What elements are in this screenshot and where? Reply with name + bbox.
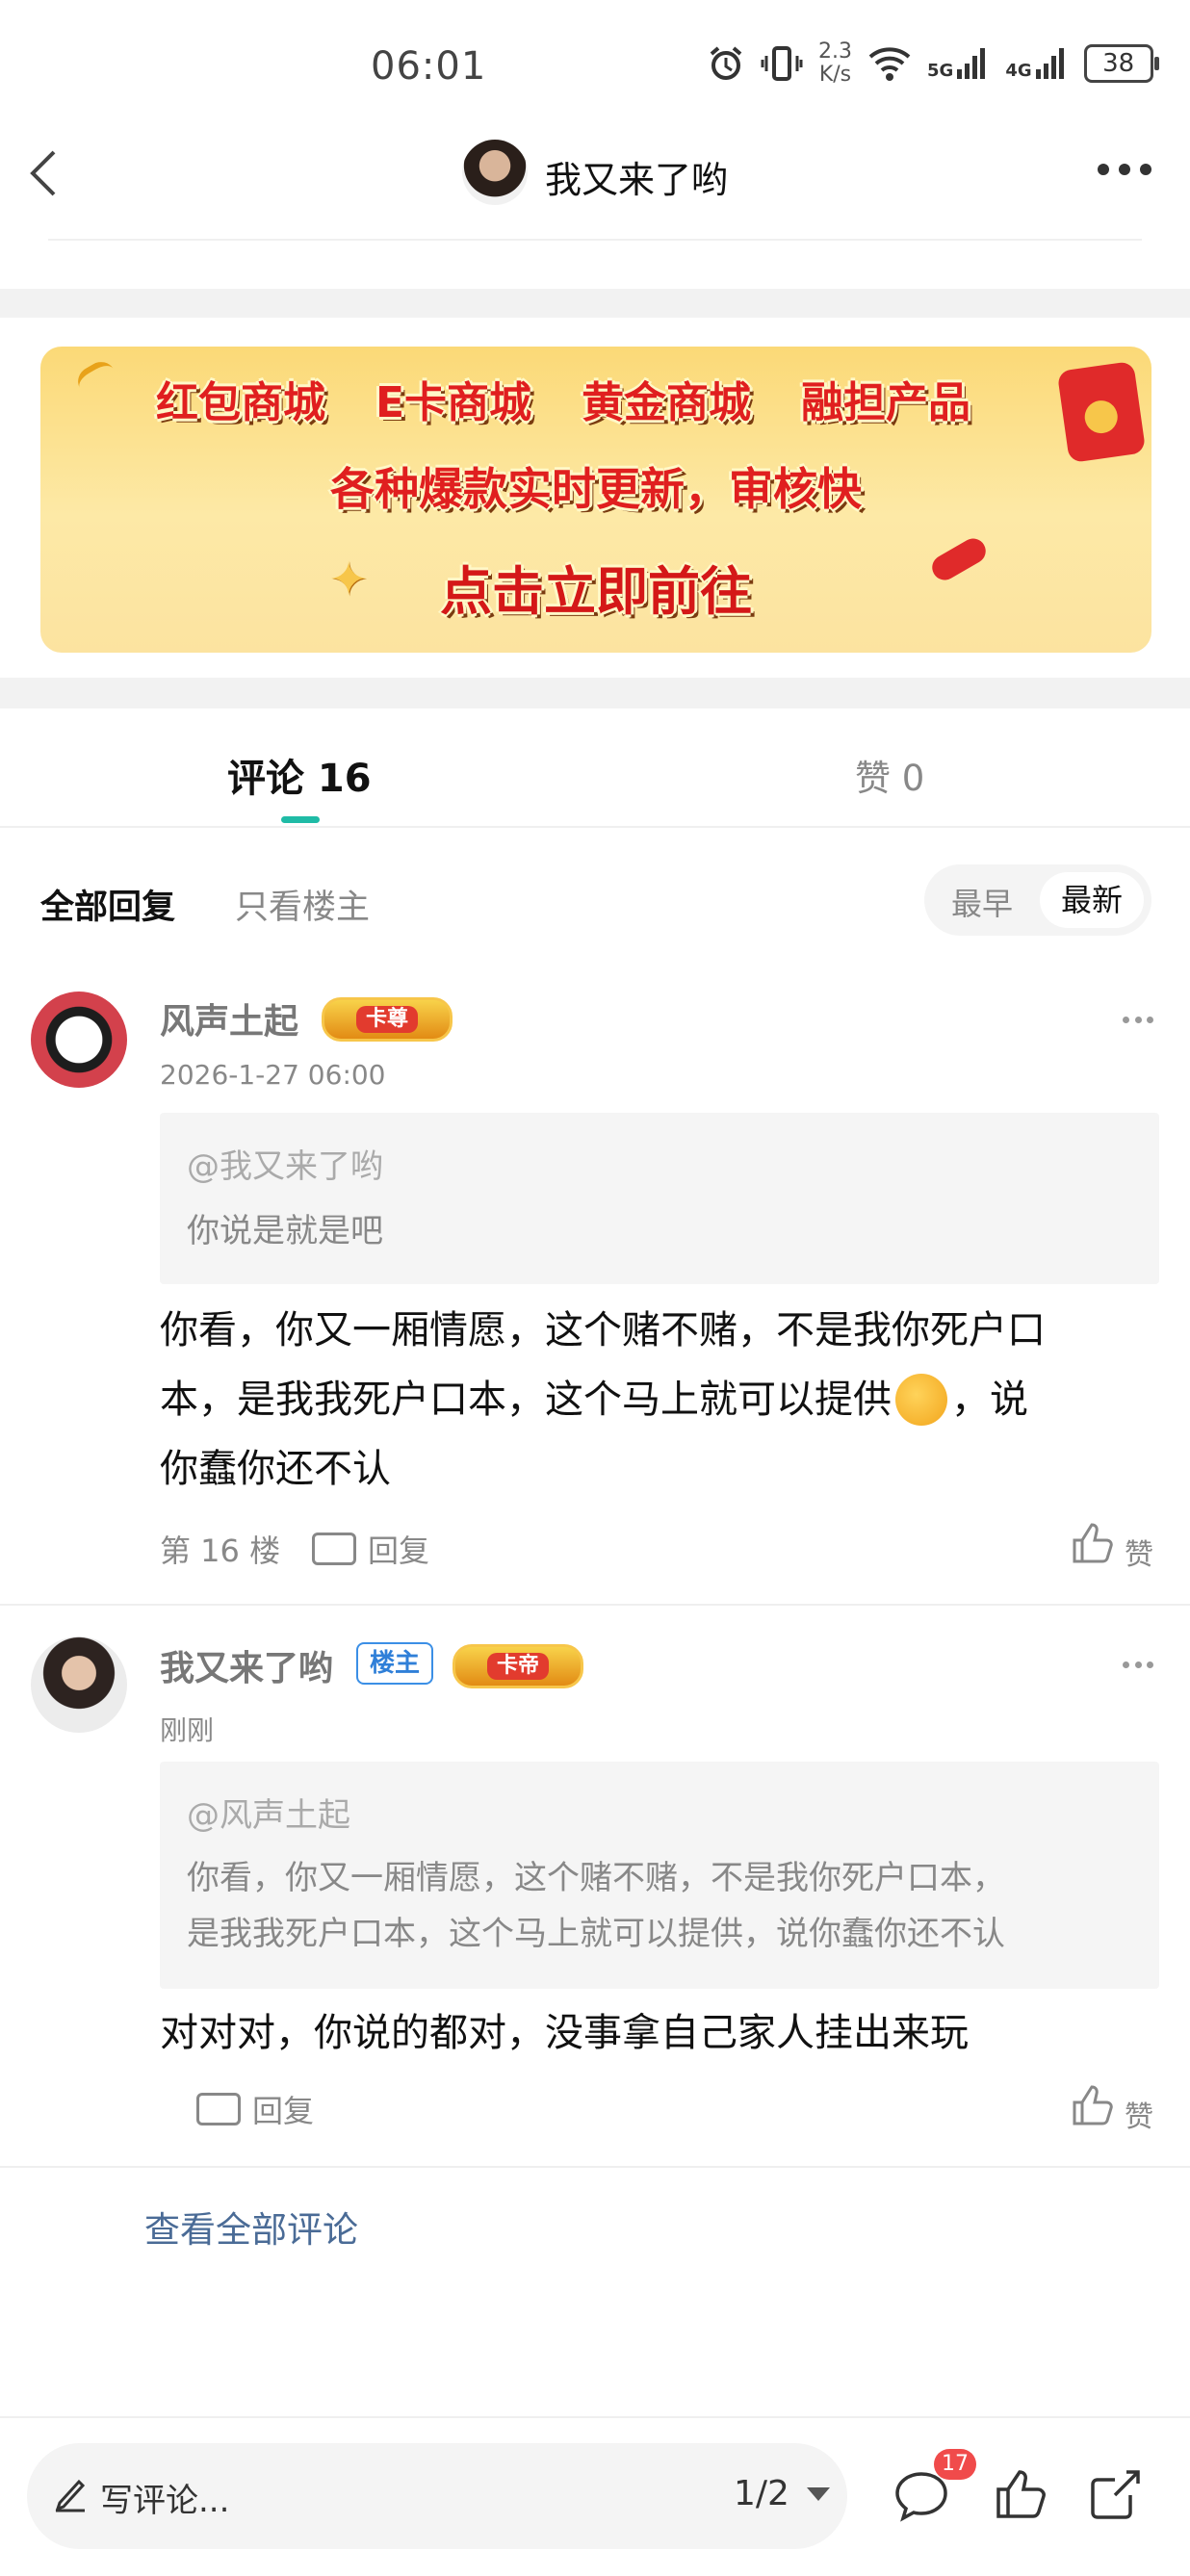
comment-text-segment: 本，是我我死户口本，这个马上就可以提供 <box>160 1378 892 1422</box>
sort-latest[interactable]: 最新 <box>1040 872 1144 928</box>
status-time: 06:01 <box>371 44 487 89</box>
battery-icon: 38 <box>1083 44 1159 83</box>
signal-5g: 5G <box>927 46 990 81</box>
page-indicator[interactable]: 1/2 <box>734 2474 789 2513</box>
thumbs-up-icon[interactable] <box>994 2466 1049 2522</box>
net-speed-unit: K/s <box>818 63 852 87</box>
divider <box>48 239 1142 241</box>
banner-line-2: 各种爆款实时更新，审核快 <box>330 463 862 515</box>
reply-icon[interactable] <box>196 2093 241 2125</box>
comment-username[interactable]: 我又来了哟 <box>160 1640 333 1690</box>
comment-text-line: 你蠢你还不认 <box>160 1447 391 1491</box>
comment-text-line: 本，是我我死户口本，这个马上就可以提供 ，说 <box>160 1365 1028 1434</box>
avatar[interactable] <box>31 1636 127 1733</box>
level-badge-label: 卡帝 <box>486 1653 549 1680</box>
promo-banner[interactable]: 红包商城 E卡商城 黄金商城 融担产品 各种爆款实时更新，审核快 点击立即前往 <box>40 347 1151 653</box>
reply-button[interactable]: 回复 <box>368 1527 429 1571</box>
comment-more-icon[interactable] <box>1123 1017 1153 1024</box>
sparkle-icon: ✦ <box>329 553 369 606</box>
comment-username[interactable]: 风声土起 <box>160 993 298 1043</box>
alarm-icon <box>710 46 742 80</box>
page-title: 我又来了哟 <box>545 159 729 201</box>
signal-4g: 4G <box>1005 46 1068 81</box>
wifi-icon <box>868 47 911 81</box>
net-speed: 2.3 K/s <box>818 40 852 87</box>
more-options-icon[interactable] <box>1098 164 1151 179</box>
banner-item: E卡商城 <box>375 378 532 427</box>
banner-item: 红包商城 <box>156 378 325 427</box>
section-gap <box>0 289 1190 318</box>
comment-text-line: 你看，你又一厢情愿，这个赌不赌，不是我你死户口 <box>160 1308 1046 1352</box>
drooling-emoji-icon <box>895 1374 947 1426</box>
level-badge-label: 卡尊 <box>355 1006 418 1033</box>
quoted-mention: @我又来了哟 <box>187 1147 383 1186</box>
red-envelope-icon <box>1056 360 1147 464</box>
share-icon[interactable] <box>1088 2466 1144 2522</box>
thumbs-up-icon[interactable] <box>1071 1521 1113 1565</box>
quoted-text: 你说是就是吧 <box>187 1212 383 1250</box>
view-all-comments-link[interactable]: 查看全部评论 <box>144 2201 358 2253</box>
banner-cta[interactable]: 点击立即前往 <box>40 549 1151 625</box>
like-button[interactable]: 赞 <box>1125 1531 1153 1573</box>
owner-tag: 楼主 <box>356 1642 434 1685</box>
avatar[interactable] <box>31 992 127 1088</box>
divider <box>0 1604 1190 1606</box>
divider <box>0 2416 1190 2418</box>
like-button[interactable]: 赞 <box>1125 2093 1153 2135</box>
comment-more-icon[interactable] <box>1123 1662 1153 1669</box>
status-icons: 2.3 K/s 5G 4G 38 <box>707 39 1159 89</box>
banner-line-1: 红包商城 E卡商城 黄金商城 融担产品 <box>156 368 1151 429</box>
comment-timestamp: 刚刚 <box>160 1714 215 1746</box>
signal-4g-label: 4G <box>1005 61 1032 81</box>
comment-text: 对对对，你说的都对，没事拿自己家人挂出来玩 <box>160 2011 969 2055</box>
dropdown-arrow-icon[interactable] <box>807 2487 830 2501</box>
net-speed-value: 2.3 <box>818 39 852 64</box>
signal-bars-icon <box>957 48 986 79</box>
tab-active-indicator <box>281 816 320 823</box>
divider <box>0 826 1190 828</box>
quoted-text-line: 你看，你又一厢情愿，这个赌不赌，不是我你死户口本， <box>187 1859 1005 1897</box>
sort-earliest[interactable]: 最早 <box>951 880 1013 924</box>
floor-number: 第 16 楼 <box>160 1533 281 1569</box>
comment-timestamp: 2026-1-27 06:00 <box>160 1059 386 1091</box>
author-avatar[interactable] <box>462 140 528 205</box>
comment-input-placeholder[interactable]: 写评论... <box>100 2474 229 2521</box>
tab-comments[interactable]: 评论 16 <box>227 747 372 803</box>
pencil-icon <box>55 2479 86 2512</box>
signal-5g-label: 5G <box>927 61 954 81</box>
tab-likes[interactable]: 赞 0 <box>855 749 924 801</box>
banner-item: 黄金商城 <box>582 378 752 427</box>
comment-text-segment: ，说 <box>951 1378 1028 1422</box>
level-badge: 卡尊 <box>322 997 453 1042</box>
section-gap <box>0 678 1190 708</box>
filter-owner-only[interactable]: 只看楼主 <box>235 880 370 929</box>
signal-bars-icon <box>1035 48 1064 79</box>
reply-icon[interactable] <box>312 1533 356 1565</box>
divider <box>0 2166 1190 2168</box>
back-arrow-icon[interactable] <box>21 144 69 202</box>
comment-count-badge: 17 <box>934 2449 976 2480</box>
filter-all-replies[interactable]: 全部回复 <box>40 880 175 929</box>
thumbs-up-icon[interactable] <box>1071 2083 1113 2127</box>
quoted-text-line: 是我我死户口本，这个马上就可以提供，说你蠢你还不认 <box>187 1915 1005 1953</box>
banner-item: 融担产品 <box>801 378 971 427</box>
reply-button[interactable]: 回复 <box>252 2087 314 2131</box>
quoted-mention: @风声土起 <box>187 1796 350 1835</box>
level-badge: 卡帝 <box>453 1644 583 1688</box>
vibrate-icon <box>761 46 803 81</box>
